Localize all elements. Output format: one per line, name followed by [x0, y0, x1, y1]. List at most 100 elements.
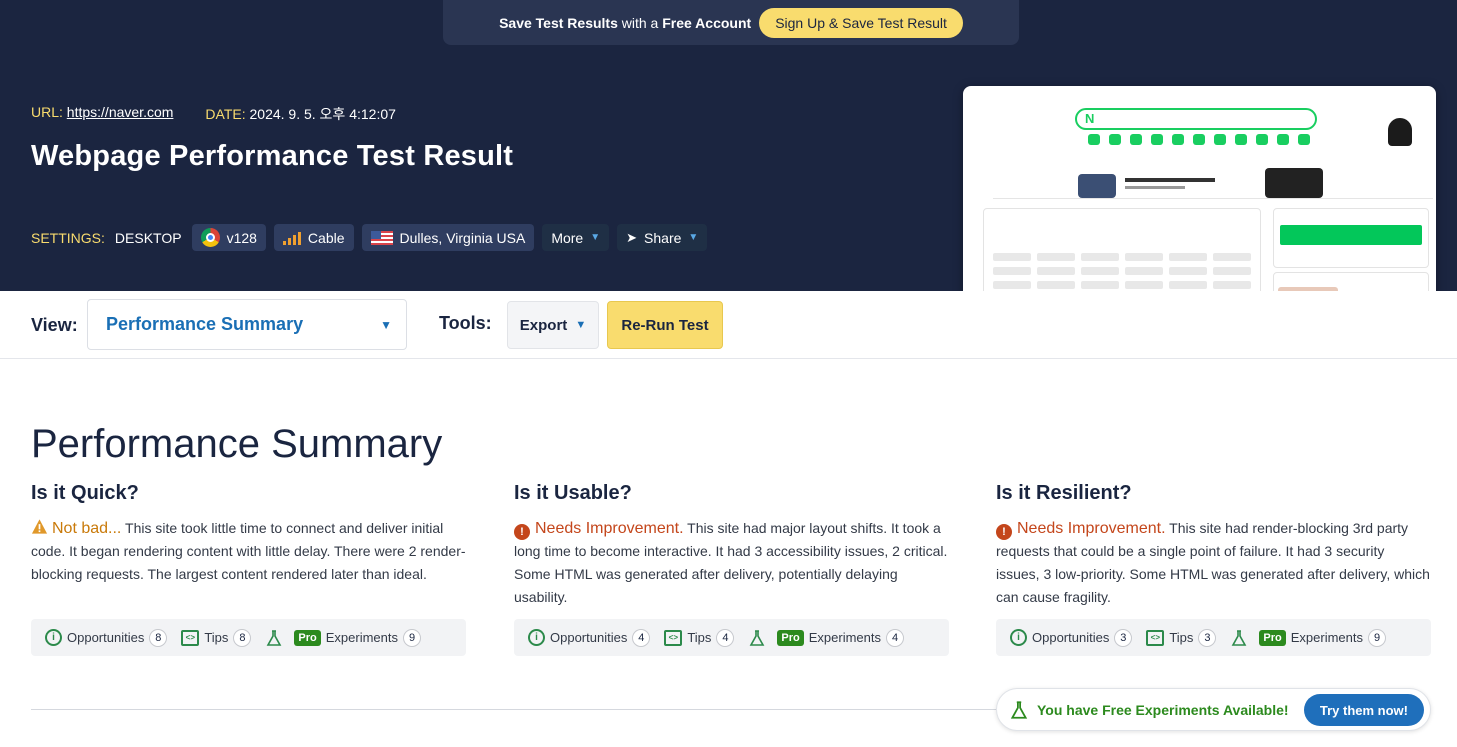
- save-results-banner: Save Test Results with a Free Account Si…: [443, 0, 1019, 45]
- column-heading: Is it Usable?: [514, 482, 632, 504]
- section-title: Performance Summary: [31, 422, 443, 466]
- test-meta: URL: https://naver.com DATE: 2024. 9. 5.…: [31, 104, 396, 124]
- export-button[interactable]: Export ▼: [507, 301, 599, 349]
- chrome-icon: [200, 228, 220, 247]
- tips-label: Tips: [687, 630, 712, 645]
- banner-text: Save Test Results with a Free Account: [499, 14, 752, 31]
- experiments-link[interactable]: Pro Experiments 4: [748, 628, 904, 647]
- column-heading: Is it Quick?: [31, 482, 139, 504]
- thumbnail-divider: [993, 198, 1433, 199]
- date-meta: DATE: 2024. 9. 5. 오후 4:12:07: [205, 104, 396, 124]
- experiments-link[interactable]: Pro Experiments 9: [1230, 628, 1386, 647]
- tips-link[interactable]: <> Tips 4: [664, 628, 735, 647]
- column-stats: i Opportunities 8 <> Tips 8 Pro Experime…: [31, 619, 466, 656]
- export-label: Export: [519, 316, 568, 334]
- thumbnail-ad-line: [1125, 178, 1215, 182]
- view-toolbar: View: Performance Summary ▼ Tools: Expor…: [0, 291, 1457, 359]
- chevron-down-icon: ▼: [688, 232, 699, 243]
- grade-label: Needs Improvement.: [535, 520, 684, 537]
- opportunities-link[interactable]: i Opportunities 4: [528, 628, 651, 647]
- thumbnail-login-box: [1273, 208, 1429, 268]
- info-icon: i: [528, 629, 545, 646]
- browser-pill: v128: [191, 224, 266, 251]
- experiments-link[interactable]: Pro Experiments 9: [265, 628, 421, 647]
- opportunities-count: 4: [632, 628, 651, 647]
- more-label: More: [551, 229, 584, 246]
- tips-count: 8: [233, 628, 252, 647]
- pro-badge: Pro: [777, 629, 804, 646]
- tested-url-link[interactable]: https://naver.com: [67, 104, 174, 120]
- device-value: DESKTOP: [114, 229, 182, 246]
- view-label: View:: [31, 315, 78, 335]
- column-description: ! Needs Improvement. This site had major …: [514, 517, 949, 609]
- thumbnail-ad-image: [1265, 168, 1323, 198]
- opportunities-count: 8: [149, 628, 168, 647]
- experiments-label: Experiments: [1290, 630, 1363, 645]
- thumbnail-ad-image: [1078, 174, 1116, 198]
- location-pill: Dulles, Virginia USA: [361, 224, 535, 251]
- try-experiments-button[interactable]: Try them now!: [1303, 694, 1424, 726]
- pro-badge: Pro: [294, 629, 321, 646]
- rerun-test-button[interactable]: Re-Run Test: [607, 301, 723, 349]
- tools-label: Tools:: [439, 313, 492, 333]
- section-divider: [31, 709, 1031, 710]
- info-icon: i: [45, 629, 62, 646]
- column-heading: Is it Resilient?: [996, 482, 1132, 504]
- grade-label: Needs Improvement.: [1017, 520, 1166, 537]
- more-dropdown[interactable]: More ▼: [542, 224, 610, 251]
- column-stats: i Opportunities 3 <> Tips 3 Pro Experime…: [996, 619, 1431, 656]
- flask-icon: [750, 629, 765, 646]
- free-experiments-bar: You have Free Experiments Available! Try…: [996, 688, 1431, 731]
- alert-icon: !: [996, 524, 1012, 540]
- grade-label: Not bad...: [52, 520, 122, 537]
- date-label: DATE:: [205, 106, 246, 122]
- connection-type: Cable: [307, 229, 345, 246]
- test-date: 2024. 9. 5. 오후 4:12:07: [249, 106, 396, 122]
- thumbnail-avatar: [1388, 118, 1412, 146]
- opportunities-link[interactable]: i Opportunities 3: [1010, 628, 1133, 647]
- thumbnail-news-grid: [993, 253, 1251, 289]
- pro-badge: Pro: [1259, 629, 1286, 646]
- test-location: Dulles, Virginia USA: [399, 229, 526, 246]
- thumbnail-search-bar: N: [1075, 108, 1317, 130]
- column-stats: i Opportunities 4 <> Tips 4 Pro Experime…: [514, 619, 949, 656]
- signal-bars-icon: [282, 231, 301, 245]
- url-meta: URL: https://naver.com: [31, 104, 173, 124]
- connection-pill: Cable: [273, 224, 354, 251]
- signup-save-button[interactable]: Sign Up & Save Test Result: [759, 7, 963, 38]
- free-experiments-text: You have Free Experiments Available!: [1037, 701, 1289, 718]
- view-select-value: Performance Summary: [106, 314, 304, 334]
- share-dropdown[interactable]: ➤ Share ▼: [617, 224, 708, 251]
- chevron-down-icon: ▼: [575, 319, 587, 331]
- us-flag-icon: [370, 230, 393, 245]
- column-description: Not bad... This site took little time to…: [31, 517, 466, 586]
- column-description: ! Needs Improvement. This site had render…: [996, 517, 1431, 609]
- test-settings: SETTINGS: DESKTOP v128 Cable Dulles, Vir…: [31, 224, 708, 251]
- tips-label: Tips: [204, 630, 229, 645]
- experiments-label: Experiments: [325, 630, 398, 645]
- url-label: URL:: [31, 104, 63, 120]
- chevron-down-icon: ▼: [590, 232, 601, 243]
- resilient-column: Is it Resilient? ! Needs Improvement. Thi…: [996, 482, 1431, 656]
- code-tip-icon: <>: [181, 629, 200, 646]
- code-tip-icon: <>: [1146, 629, 1165, 646]
- browser-version: v128: [226, 229, 257, 246]
- tips-link[interactable]: <> Tips 3: [1146, 628, 1217, 647]
- share-icon: ➤: [626, 229, 638, 245]
- tips-count: 3: [1198, 628, 1217, 647]
- tips-count: 4: [716, 628, 735, 647]
- flask-icon: [1232, 629, 1247, 646]
- page-screenshot-thumbnail[interactable]: N: [963, 86, 1436, 326]
- flask-icon: [1010, 700, 1028, 719]
- experiments-count: 9: [1368, 628, 1386, 647]
- experiments-count: 4: [886, 628, 904, 647]
- opportunities-link[interactable]: i Opportunities 8: [45, 628, 168, 647]
- alert-icon: !: [514, 524, 530, 540]
- tips-link[interactable]: <> Tips 8: [181, 628, 252, 647]
- experiments-count: 9: [403, 628, 421, 647]
- view-select[interactable]: Performance Summary ▼: [87, 299, 407, 350]
- tips-label: Tips: [1169, 630, 1194, 645]
- opportunities-label: Opportunities: [67, 630, 145, 645]
- page-title: Webpage Performance Test Result: [31, 140, 514, 172]
- usable-column: Is it Usable? ! Needs Improvement. This s…: [514, 482, 949, 656]
